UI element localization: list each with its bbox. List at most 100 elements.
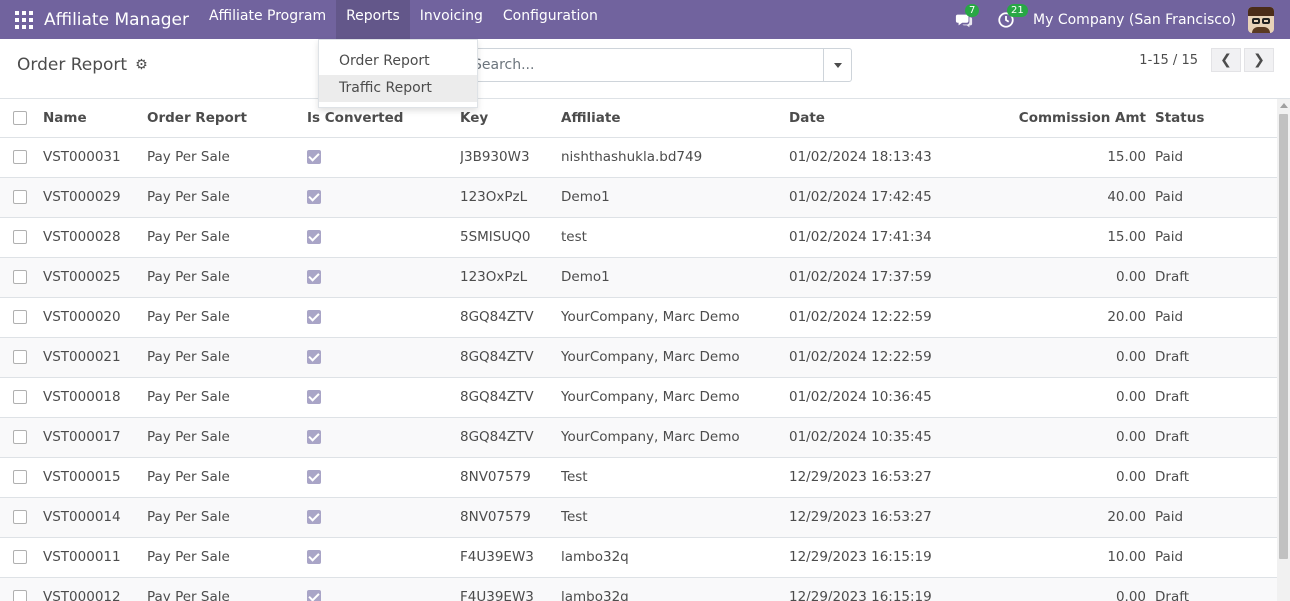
cell-commission: 0.00 xyxy=(999,257,1155,298)
table-row[interactable]: VST000025 Pay Per Sale 123OxPzL Demo1 01/02/… xyxy=(0,257,1277,298)
dropdown-item-order-report[interactable]: Order Report xyxy=(319,48,477,75)
row-select-checkbox[interactable] xyxy=(13,430,27,444)
cell-name: VST000012 xyxy=(43,577,147,601)
table-row[interactable]: VST000011 Pay Per Sale F4U39EW3 lambo32q 12/… xyxy=(0,537,1277,578)
table-row[interactable]: VST000012 Pay Per Sale F4U39EW3 lambo32q 12/… xyxy=(0,577,1277,601)
row-select-checkbox[interactable] xyxy=(13,590,27,601)
cell-is-converted xyxy=(307,217,460,258)
col-header-order-report[interactable]: Order Report xyxy=(147,99,307,138)
col-header-affiliate[interactable]: Affiliate xyxy=(561,99,789,138)
gear-icon[interactable]: ⚙ xyxy=(135,57,148,73)
pager: 1-15 / 15 ❮ ❯ xyxy=(1139,48,1274,72)
row-select-checkbox[interactable] xyxy=(13,230,27,244)
table-row[interactable]: VST000031 Pay Per Sale J3B930W3 nishthashuk… xyxy=(0,137,1277,178)
col-header-status[interactable]: Status xyxy=(1155,99,1277,138)
pager-next-button[interactable]: ❯ xyxy=(1244,48,1274,72)
table-row[interactable]: VST000014 Pay Per Sale 8NV07579 Test 12/29/2… xyxy=(0,497,1277,538)
is-converted-checkbox xyxy=(307,350,321,364)
row-select-cell xyxy=(0,177,43,218)
table-row[interactable]: VST000020 Pay Per Sale 8GQ84ZTV YourCompany… xyxy=(0,297,1277,338)
table-row[interactable]: VST000021 Pay Per Sale 8GQ84ZTV YourCompany… xyxy=(0,337,1277,378)
cell-order-report: Pay Per Sale xyxy=(147,377,307,418)
caret-down-icon xyxy=(833,62,842,68)
cell-status: Draft xyxy=(1155,337,1277,378)
dropdown-item-traffic-report[interactable]: Traffic Report xyxy=(319,75,477,102)
cell-order-report: Pay Per Sale xyxy=(147,257,307,298)
table-header-row: Name Order Report Is Converted Key Affil… xyxy=(0,99,1277,138)
cell-status: Paid xyxy=(1155,217,1277,258)
cell-is-converted xyxy=(307,377,460,418)
scroll-up-arrow-icon[interactable] xyxy=(1280,103,1288,108)
cell-key: 8GQ84ZTV xyxy=(460,417,561,458)
chevron-right-icon: ❯ xyxy=(1253,52,1265,68)
menu-reports[interactable]: Reports xyxy=(336,0,410,39)
table-row[interactable]: VST000015 Pay Per Sale 8NV07579 Test 12/29/2… xyxy=(0,457,1277,498)
cell-affiliate: lambo32q xyxy=(561,577,789,601)
cell-status: Draft xyxy=(1155,257,1277,298)
col-header-date[interactable]: Date xyxy=(789,99,999,138)
main-menu: Affiliate Program Reports Invoicing Conf… xyxy=(199,0,608,39)
apps-grid-icon[interactable] xyxy=(15,10,33,29)
cell-status: Paid xyxy=(1155,297,1277,338)
cell-key: 8GQ84ZTV xyxy=(460,297,561,338)
cell-key: J3B930W3 xyxy=(460,137,561,178)
cell-affiliate: YourCompany, Marc Demo xyxy=(561,297,789,338)
row-select-checkbox[interactable] xyxy=(13,190,27,204)
row-select-checkbox[interactable] xyxy=(13,270,27,284)
table-row[interactable]: VST000028 Pay Per Sale 5SMISUQ0 test 01/02/2… xyxy=(0,217,1277,258)
row-select-checkbox[interactable] xyxy=(13,510,27,524)
row-select-checkbox[interactable] xyxy=(13,350,27,364)
activities-button[interactable]: 21 xyxy=(991,0,1028,39)
row-select-checkbox[interactable] xyxy=(13,470,27,484)
menu-affiliate-program[interactable]: Affiliate Program xyxy=(199,0,336,39)
cell-order-report: Pay Per Sale xyxy=(147,137,307,178)
menu-invoicing[interactable]: Invoicing xyxy=(410,0,493,39)
table-row[interactable]: VST000018 Pay Per Sale 8GQ84ZTV YourCompany… xyxy=(0,377,1277,418)
cell-key: 8NV07579 xyxy=(460,497,561,538)
cell-date: 12/29/2023 16:53:27 xyxy=(789,457,999,498)
row-select-checkbox[interactable] xyxy=(13,390,27,404)
row-select-cell xyxy=(0,297,43,338)
table-row[interactable]: VST000017 Pay Per Sale 8GQ84ZTV YourCompany… xyxy=(0,417,1277,458)
search-options-toggle[interactable] xyxy=(823,49,851,81)
row-select-cell xyxy=(0,217,43,258)
menu-configuration[interactable]: Configuration xyxy=(493,0,608,39)
cell-commission: 0.00 xyxy=(999,577,1155,601)
cell-is-converted xyxy=(307,297,460,338)
top-navbar: Affiliate Manager Affiliate Program Repo… xyxy=(0,0,1290,39)
row-select-checkbox[interactable] xyxy=(13,150,27,164)
pager-value[interactable]: 1-15 / 15 xyxy=(1139,53,1198,68)
cell-order-report: Pay Per Sale xyxy=(147,457,307,498)
cell-commission: 0.00 xyxy=(999,377,1155,418)
is-converted-checkbox xyxy=(307,270,321,284)
cell-status: Draft xyxy=(1155,377,1277,418)
pager-previous-button[interactable]: ❮ xyxy=(1211,48,1241,72)
row-select-cell xyxy=(0,497,43,538)
cell-is-converted xyxy=(307,537,460,578)
col-header-commission[interactable]: Commission Amt xyxy=(999,99,1155,138)
row-select-checkbox[interactable] xyxy=(13,550,27,564)
cell-status: Paid xyxy=(1155,177,1277,218)
row-select-checkbox[interactable] xyxy=(13,310,27,324)
vertical-scrollbar[interactable] xyxy=(1277,99,1290,601)
cell-name: VST000029 xyxy=(43,177,147,218)
cell-affiliate: lambo32q xyxy=(561,537,789,578)
user-avatar[interactable] xyxy=(1248,6,1274,33)
app-title[interactable]: Affiliate Manager xyxy=(44,10,189,30)
is-converted-checkbox xyxy=(307,310,321,324)
table-row[interactable]: VST000029 Pay Per Sale 123OxPzL Demo1 01/02/… xyxy=(0,177,1277,218)
cell-order-report: Pay Per Sale xyxy=(147,217,307,258)
row-select-cell xyxy=(0,457,43,498)
scrollbar-thumb[interactable] xyxy=(1279,114,1288,559)
cell-name: VST000021 xyxy=(43,337,147,378)
cell-is-converted xyxy=(307,457,460,498)
messages-button[interactable]: 7 xyxy=(949,0,980,39)
is-converted-checkbox xyxy=(307,470,321,484)
row-select-cell xyxy=(0,417,43,458)
reports-dropdown-menu: Order Report Traffic Report xyxy=(318,39,478,108)
control-panel: Order Report ⚙ 1-15 / 15 ❮ ❯ xyxy=(0,39,1290,99)
select-all-checkbox[interactable] xyxy=(13,110,27,125)
search-input[interactable] xyxy=(471,49,811,81)
company-switcher[interactable]: My Company (San Francisco) xyxy=(1033,12,1236,28)
col-header-name[interactable]: Name xyxy=(43,99,147,138)
